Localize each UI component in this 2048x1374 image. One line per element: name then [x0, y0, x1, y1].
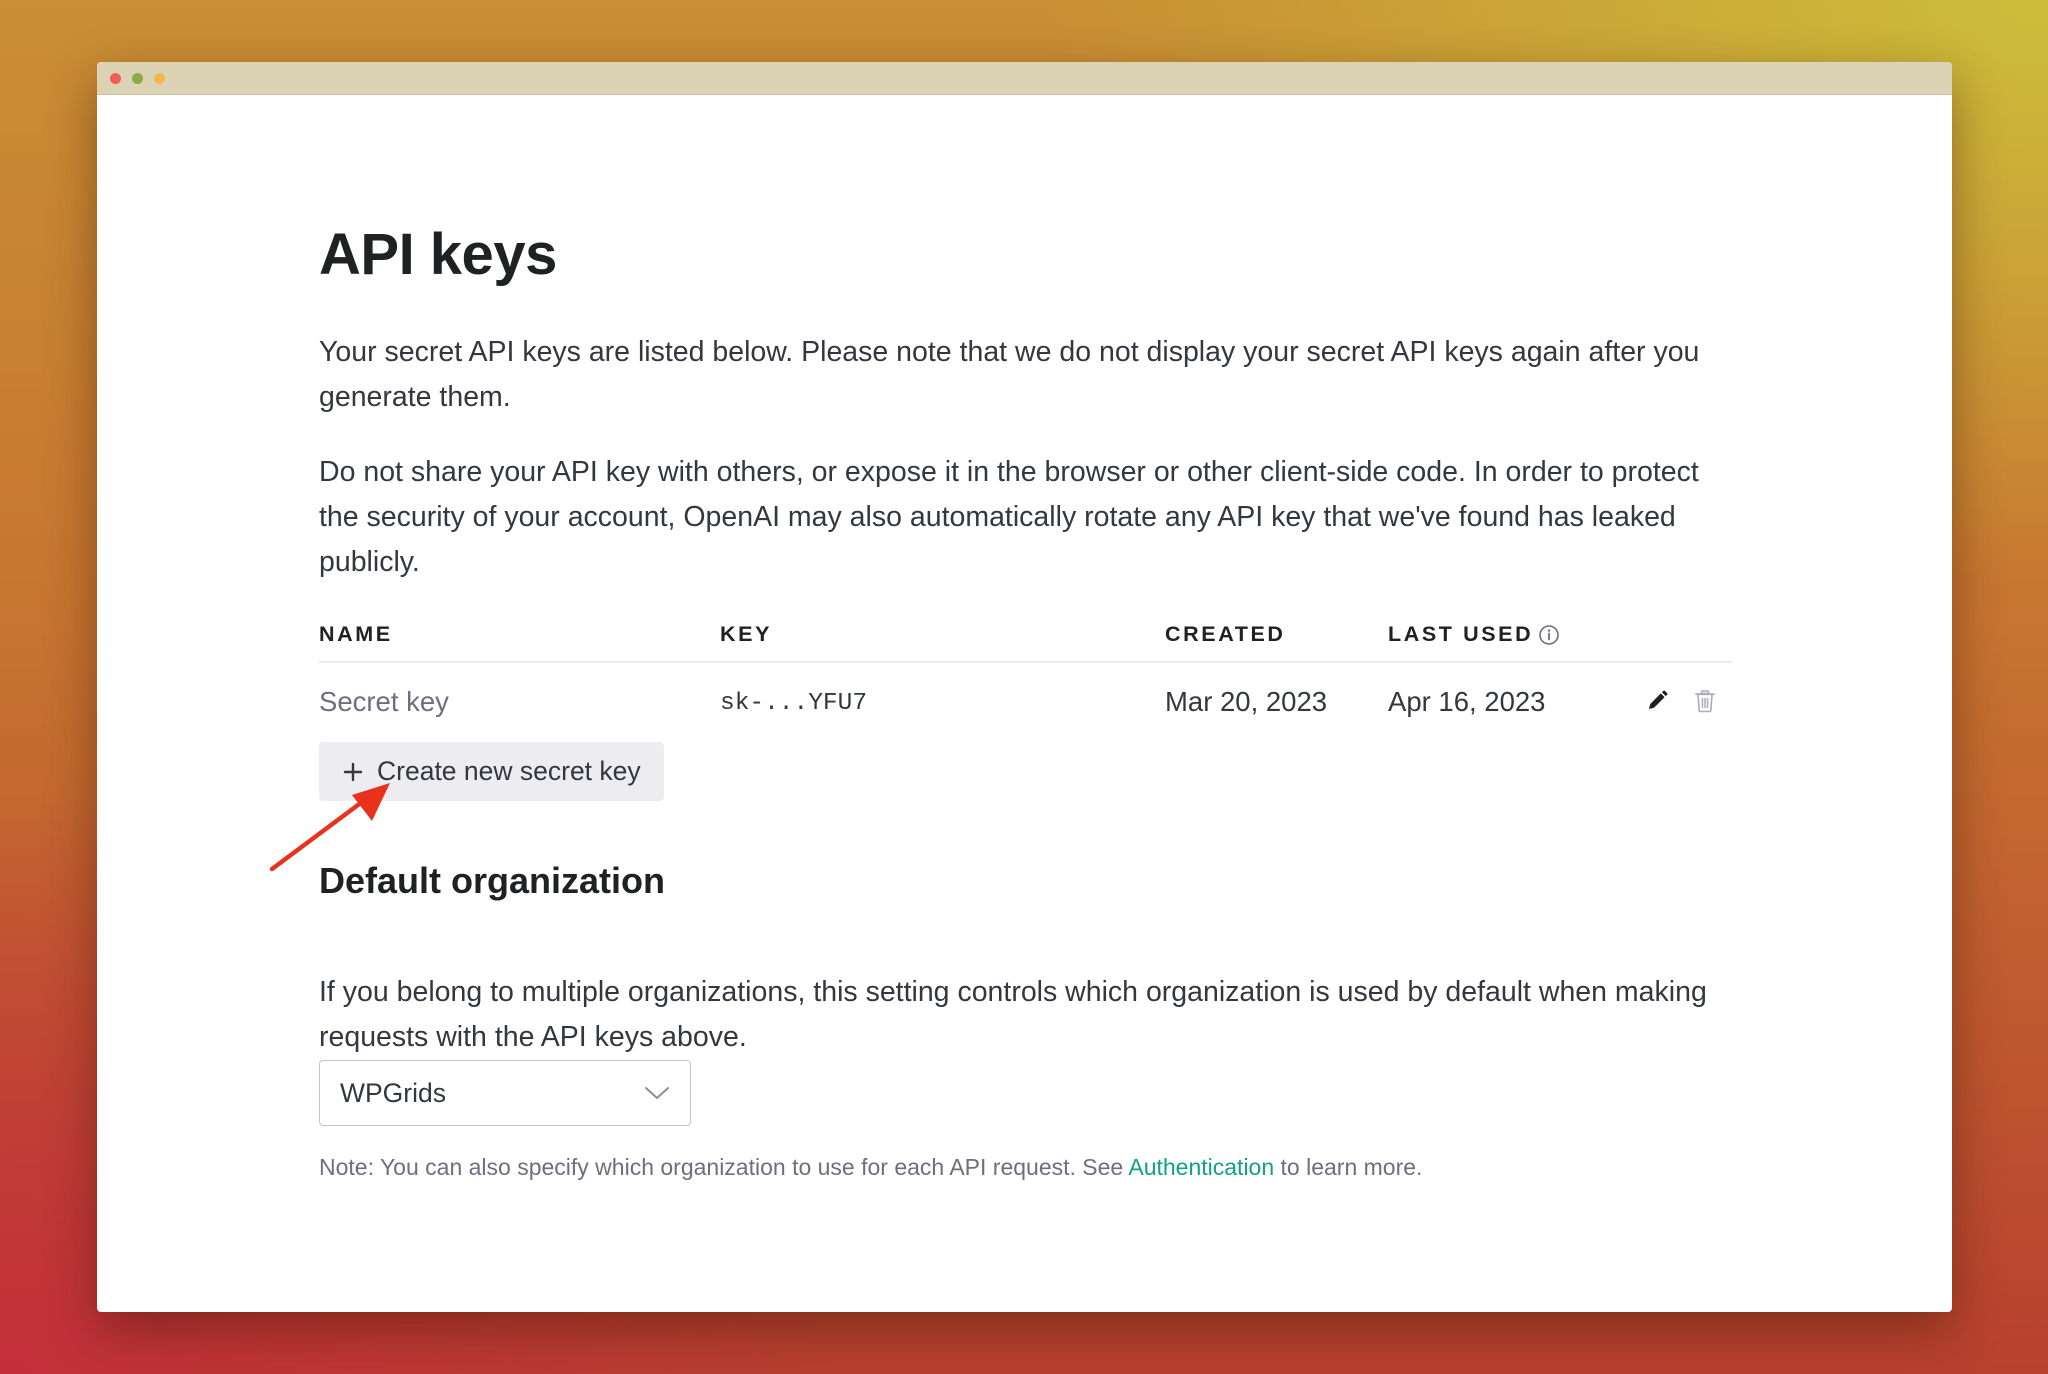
- trash-icon[interactable]: [1692, 688, 1718, 714]
- annotation-arrow: [269, 783, 390, 872]
- default-organization-description: If you belong to multiple organizations,…: [319, 976, 1707, 1053]
- organization-note: Note: You can also specify which organiz…: [319, 1152, 1739, 1182]
- column-header-created: CREATED: [1165, 622, 1286, 646]
- key-value-cell: sk-...YFU7: [720, 690, 868, 717]
- table-header-divider: [319, 661, 1732, 663]
- close-window-button[interactable]: [110, 73, 121, 84]
- last-used-date-cell: Apr 16, 2023: [1388, 686, 1546, 717]
- note-prefix: Note: You can also specify which organiz…: [319, 1154, 1129, 1180]
- info-icon[interactable]: [1538, 624, 1560, 646]
- security-warning-text: Do not share your API key with others, o…: [319, 456, 1699, 578]
- window-titlebar: [97, 62, 1952, 95]
- created-date-cell: Mar 20, 2023: [1165, 686, 1328, 717]
- column-header-name: NAME: [319, 622, 393, 646]
- pencil-icon[interactable]: [1644, 688, 1670, 714]
- note-suffix: to learn more.: [1274, 1154, 1423, 1180]
- organization-select-value: WPGrids: [340, 1077, 446, 1108]
- key-name-cell: Secret key: [319, 686, 449, 717]
- chevron-down-icon: [644, 1083, 670, 1103]
- maximize-window-button[interactable]: [154, 73, 165, 84]
- intro-text: Your secret API keys are listed below. P…: [319, 336, 1700, 413]
- browser-window: API keys Your secret API keys are listed…: [97, 62, 1952, 1312]
- organization-select[interactable]: WPGrids: [319, 1060, 691, 1126]
- authentication-link[interactable]: Authentication: [1128, 1154, 1274, 1180]
- column-header-last-used: LAST USED: [1388, 622, 1534, 646]
- minimize-window-button[interactable]: [132, 73, 143, 84]
- column-header-key: KEY: [720, 622, 773, 646]
- create-button-label: Create new secret key: [377, 756, 641, 787]
- page-title: API keys: [319, 222, 557, 287]
